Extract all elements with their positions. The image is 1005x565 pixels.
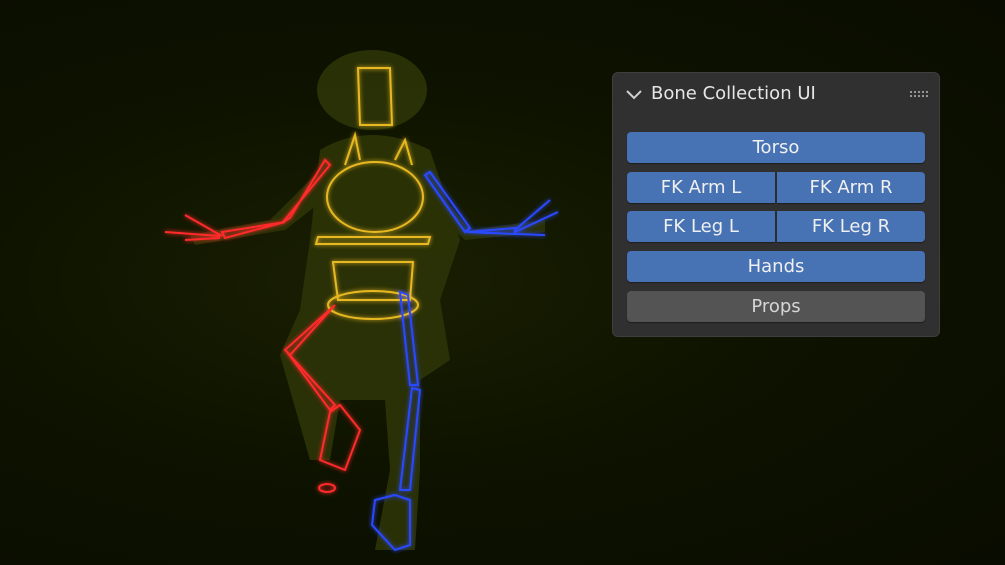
fk-arm-r-button[interactable]: FK Arm R — [777, 172, 925, 203]
panel-header[interactable]: Bone Collection UI — [613, 73, 939, 117]
bone-collection-panel: Bone Collection UI Torso FK Arm L FK Arm… — [612, 72, 940, 337]
grip-dots-icon[interactable] — [909, 90, 929, 98]
panel-title: Bone Collection UI — [651, 83, 816, 104]
torso-button[interactable]: Torso — [627, 132, 925, 163]
props-button[interactable]: Props — [627, 291, 925, 322]
chevron-down-icon[interactable] — [625, 85, 643, 103]
fk-leg-r-button[interactable]: FK Leg R — [777, 211, 925, 242]
fk-leg-l-button[interactable]: FK Leg L — [627, 211, 775, 242]
hands-button[interactable]: Hands — [627, 251, 925, 282]
fk-arm-l-button[interactable]: FK Arm L — [627, 172, 775, 203]
